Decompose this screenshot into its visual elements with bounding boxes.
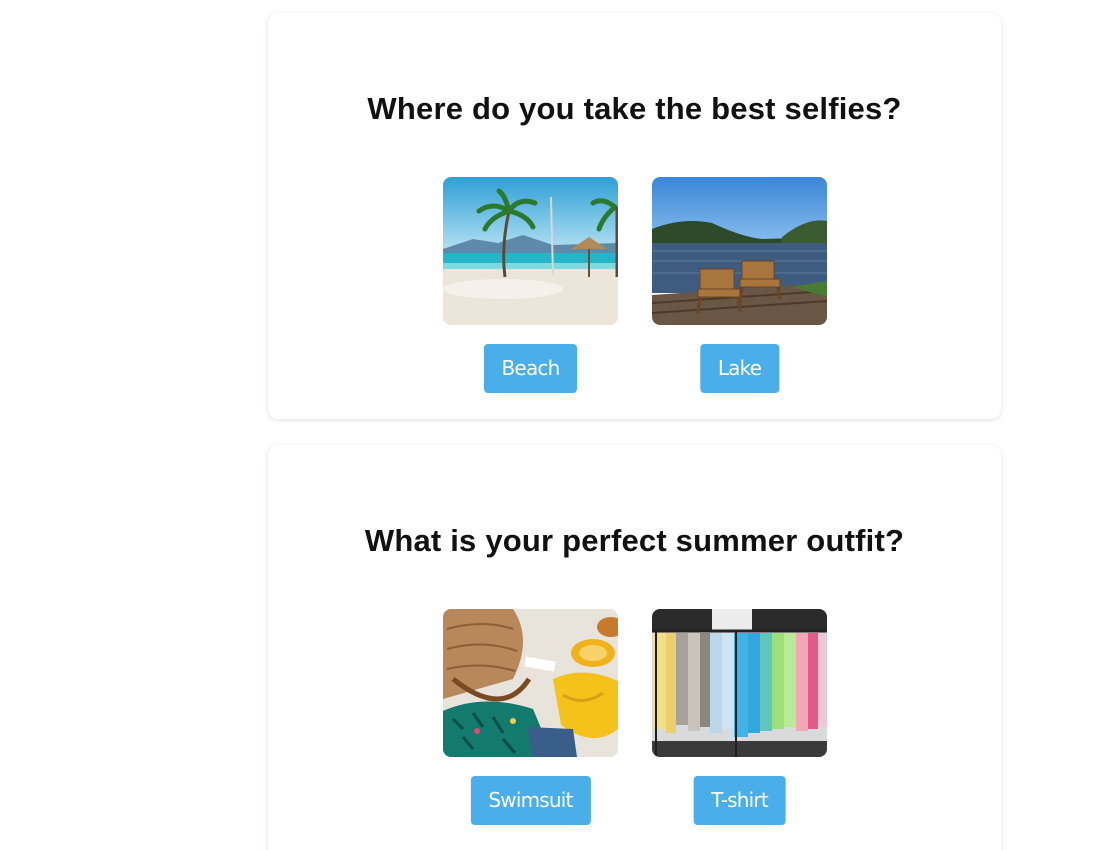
question-title: Where do you take the best selfies? <box>367 91 902 126</box>
tshirt-button[interactable]: T-shirt <box>693 776 786 825</box>
tshirt-image[interactable] <box>652 609 827 757</box>
option-swimsuit: Swimsuit <box>443 609 618 825</box>
option-lake: Lake <box>652 177 827 393</box>
beach-image[interactable] <box>443 177 618 325</box>
lake-button[interactable]: Lake <box>699 344 780 393</box>
swimsuit-button[interactable]: Swimsuit <box>470 776 591 825</box>
question-card: Where do you take the best selfies? Beac… <box>268 13 1001 419</box>
question-card: What is your perfect summer outfit? Swim… <box>268 445 1001 850</box>
option-beach: Beach <box>443 177 618 393</box>
beach-button[interactable]: Beach <box>483 344 578 393</box>
quiz-page: Where do you take the best selfies? Beac… <box>0 0 1100 850</box>
question-title: What is your perfect summer outfit? <box>364 523 905 558</box>
option-tshirt: T-shirt <box>652 609 827 825</box>
swimsuit-image[interactable] <box>443 609 618 757</box>
lake-image[interactable] <box>652 177 827 325</box>
